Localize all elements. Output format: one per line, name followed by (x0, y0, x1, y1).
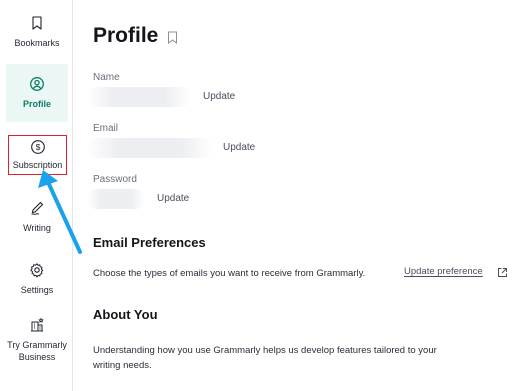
name-label: Name (93, 72, 120, 83)
pen-icon (31, 201, 44, 215)
sidebar-item-label: Settings (20, 285, 54, 295)
update-password-link[interactable]: Update (157, 193, 189, 204)
page-header: Profile (93, 24, 178, 48)
name-value-redacted (87, 87, 191, 107)
dollar-circle-icon: $ (30, 140, 45, 154)
building-star-icon (31, 317, 44, 332)
sidebar-item-settings[interactable]: Settings (6, 258, 68, 300)
page-title: Profile (93, 24, 159, 47)
sidebar-item-label: Profile (22, 99, 51, 109)
sidebar-item-label: Subscription (12, 160, 63, 170)
sidebar-item-label: Try Grammarly (7, 340, 67, 350)
sidebar-item-writing[interactable]: Writing (6, 196, 68, 238)
user-circle-icon (30, 77, 44, 91)
main-content: Profile Name Update Email Update Passwor… (87, 0, 528, 391)
about-you-description-line2: writing needs. (93, 360, 152, 371)
sidebar-item-profile[interactable]: Profile (6, 64, 68, 122)
sidebar-item-subscription[interactable]: $ Subscription (8, 135, 67, 175)
update-name-link[interactable]: Update (203, 91, 235, 102)
email-value-redacted (87, 138, 213, 158)
sidebar-item-try-grammarly-business[interactable]: Try Grammarly Business (6, 314, 68, 366)
password-value-redacted (87, 189, 145, 209)
email-preferences-description: Choose the types of emails you want to r… (93, 268, 366, 279)
sidebar-item-label: Bookmarks (14, 38, 60, 48)
sidebar-item-bookmarks[interactable]: Bookmarks (6, 8, 68, 56)
password-label: Password (93, 174, 137, 185)
external-link-icon[interactable] (497, 267, 508, 278)
sidebar-item-label: Business (18, 352, 56, 362)
sidebar-item-label: Writing (23, 223, 51, 233)
about-you-heading: About You (93, 307, 158, 322)
svg-text:$: $ (35, 142, 40, 152)
gear-icon (30, 263, 44, 278)
email-preferences-heading: Email Preferences (93, 235, 206, 250)
update-email-link[interactable]: Update (223, 142, 255, 153)
bookmark-icon (32, 16, 42, 30)
bookmark-icon[interactable] (167, 31, 178, 44)
about-you-description-line1: Understanding how you use Grammarly help… (93, 345, 437, 356)
sidebar: Bookmarks Profile $ Subscription Writing… (0, 0, 73, 391)
email-label: Email (93, 123, 119, 134)
update-preference-link[interactable]: Update preference (404, 266, 483, 277)
